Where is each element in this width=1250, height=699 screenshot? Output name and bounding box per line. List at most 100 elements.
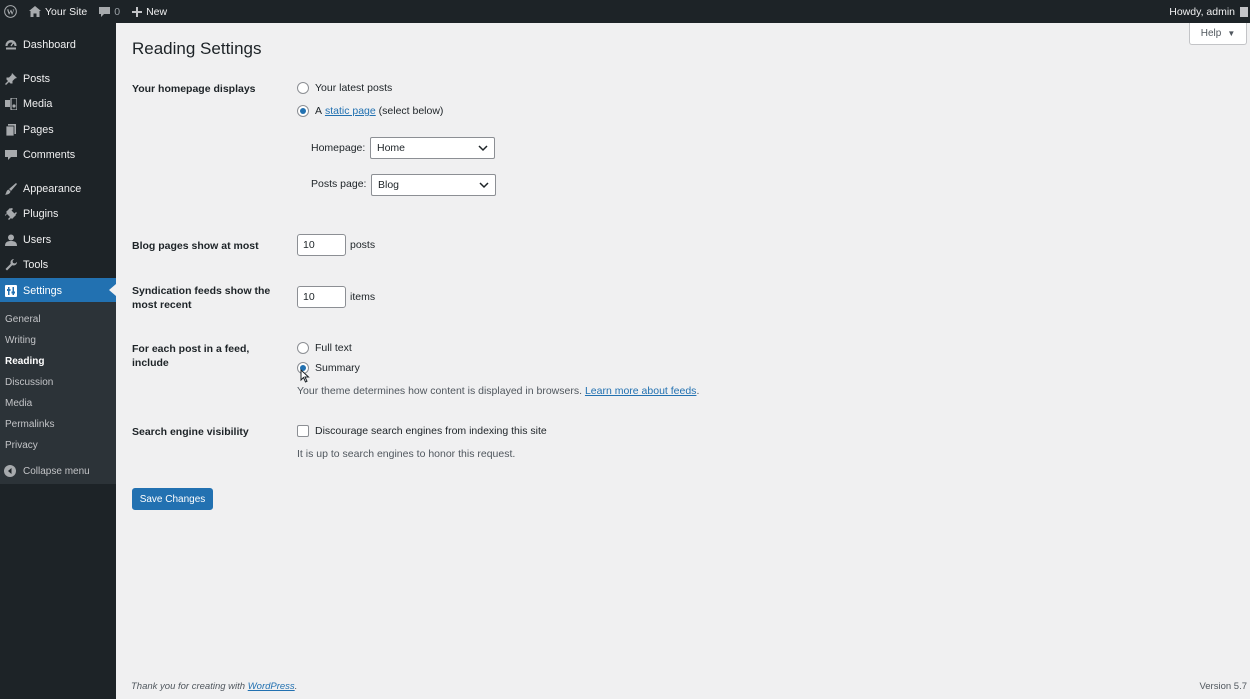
sidebar-item-label: Posts — [23, 72, 51, 85]
static-prefix: A — [315, 105, 323, 117]
site-name-link[interactable]: Your Site — [23, 0, 93, 23]
sidebar-item-label: Appearance — [23, 182, 82, 195]
collapse-icon — [4, 465, 17, 478]
sidebar-item-pages[interactable]: Pages — [0, 117, 116, 142]
plus-icon — [132, 6, 143, 17]
svg-text:W: W — [7, 7, 15, 16]
page-title: Reading Settings — [132, 39, 262, 58]
radio-static-page-row[interactable]: A static page (select below) — [297, 105, 443, 117]
blog-pages-input[interactable]: 10 — [297, 234, 346, 256]
homepage-select-label: Homepage: — [311, 142, 366, 154]
collapse-menu-label: Collapse menu — [23, 466, 90, 477]
comments-link[interactable]: 0 — [93, 0, 126, 23]
blog-pages-value: 10 — [303, 239, 315, 251]
media-icon — [4, 97, 18, 111]
static-suffix: (select below) — [378, 105, 444, 117]
account-menu[interactable]: Howdy, admin — [1163, 0, 1250, 23]
syndication-suffix: items — [350, 291, 376, 303]
sidebar-item-label: Plugins — [23, 207, 59, 220]
footer-thanks: Thank you for creating with WordPress. — [131, 681, 297, 692]
submenu-item-discussion[interactable]: Discussion — [5, 377, 53, 388]
admin-sidebar: Dashboard Posts Media Pages Comments App… — [0, 23, 116, 699]
submenu-item-media[interactable]: Media — [5, 398, 32, 409]
version-label: Version 5.7 — [1199, 681, 1247, 692]
static-page-link[interactable]: static page — [325, 105, 376, 117]
learn-more-feeds-link[interactable]: Learn more about feeds — [585, 385, 697, 397]
site-name-label: Your Site — [45, 5, 88, 18]
save-changes-button[interactable]: Save Changes — [132, 488, 213, 510]
submenu-item-permalinks[interactable]: Permalinks — [5, 419, 54, 430]
main-content: Help ▼ Reading Settings Your homepage di… — [116, 23, 1250, 699]
syndication-input[interactable]: 10 — [297, 286, 346, 308]
submenu-item-writing[interactable]: Writing — [5, 335, 36, 346]
submenu-item-reading[interactable]: Reading — [5, 356, 44, 367]
settings-icon — [4, 284, 18, 298]
sidebar-item-settings[interactable]: Settings — [0, 278, 116, 303]
wordpress-link[interactable]: WordPress — [248, 681, 295, 692]
homepage-select-value: Home — [377, 142, 406, 154]
sidebar-item-media[interactable]: Media — [0, 91, 116, 116]
wordpress-logo-button[interactable]: W — [0, 0, 23, 23]
feed-description: Your theme determines how content is dis… — [297, 385, 700, 397]
brush-icon — [4, 182, 18, 196]
radio-latest-posts[interactable] — [297, 82, 309, 94]
posts-page-select-label: Posts page: — [311, 178, 367, 190]
search-visibility-label: Search engine visibility — [132, 426, 249, 438]
wordpress-logo-icon: W — [4, 5, 17, 18]
pages-icon — [4, 123, 18, 137]
home-icon — [29, 6, 41, 17]
sidebar-item-label: Pages — [23, 123, 54, 136]
sidebar-item-plugins[interactable]: Plugins — [0, 201, 116, 226]
new-label: New — [146, 5, 168, 18]
radio-latest-posts-row[interactable]: Your latest posts — [297, 82, 392, 94]
feed-include-label: For each post in a feed, include — [132, 343, 250, 369]
radio-full-text-row[interactable]: Full text — [297, 342, 352, 354]
new-content-link[interactable]: New — [126, 0, 173, 23]
comment-icon — [4, 148, 18, 162]
chevron-down-icon — [478, 145, 488, 152]
sidebar-item-posts[interactable]: Posts — [0, 66, 116, 91]
footer-thanks-suffix: . — [294, 681, 298, 692]
sidebar-item-comments[interactable]: Comments — [0, 142, 116, 167]
sidebar-item-users[interactable]: Users — [0, 227, 116, 252]
sidebar-item-dashboard[interactable]: Dashboard — [0, 32, 116, 57]
user-icon — [4, 233, 18, 247]
sidebar-item-label: Comments — [23, 148, 76, 161]
blog-pages-label: Blog pages show at most — [132, 240, 259, 252]
dashboard-icon — [4, 38, 18, 52]
footer-thanks-text: Thank you for creating with — [131, 681, 246, 692]
sidebar-item-label: Media — [23, 97, 53, 110]
chevron-down-icon — [479, 182, 489, 189]
sidebar-item-tools[interactable]: Tools — [0, 252, 116, 277]
submenu-item-general[interactable]: General — [5, 314, 41, 325]
submenu-item-privacy[interactable]: Privacy — [5, 440, 38, 451]
comments-count: 0 — [114, 5, 121, 18]
summary-label: Summary — [315, 362, 360, 374]
wrench-icon — [4, 258, 18, 272]
sidebar-item-label: Dashboard — [23, 38, 76, 51]
radio-full-text[interactable] — [297, 342, 309, 354]
admin-bar: W Your Site 0 New Howdy, admin — [0, 0, 1250, 23]
avatar — [1240, 6, 1248, 17]
syndication-value: 10 — [303, 291, 315, 303]
comment-bubble-icon — [99, 6, 111, 17]
posts-page-select-value: Blog — [378, 179, 400, 191]
syndication-label: Syndication feeds show the most recent — [132, 285, 271, 311]
homepage-select[interactable]: Home — [370, 137, 495, 159]
search-visibility-description: It is up to search engines to honor this… — [297, 448, 516, 460]
sidebar-item-label: Settings — [23, 284, 63, 297]
caret-down-icon: ▼ — [1227, 29, 1236, 38]
pin-icon — [4, 72, 18, 86]
homepage-displays-label: Your homepage displays — [132, 83, 256, 95]
feed-description-text: Your theme determines how content is dis… — [297, 385, 583, 397]
help-button[interactable]: Help ▼ — [1189, 23, 1247, 45]
settings-submenu: General Writing Reading Discussion Media… — [0, 302, 116, 484]
collapse-menu-button[interactable]: Collapse menu — [4, 465, 90, 478]
sidebar-item-appearance[interactable]: Appearance — [0, 176, 116, 201]
plug-icon — [4, 207, 18, 221]
discourage-search-row[interactable]: Discourage search engines from indexing … — [297, 425, 547, 437]
posts-page-select[interactable]: Blog — [371, 174, 496, 196]
mouse-cursor-icon — [300, 369, 310, 383]
discourage-search-checkbox[interactable] — [297, 425, 309, 437]
radio-static-page[interactable] — [297, 105, 309, 117]
